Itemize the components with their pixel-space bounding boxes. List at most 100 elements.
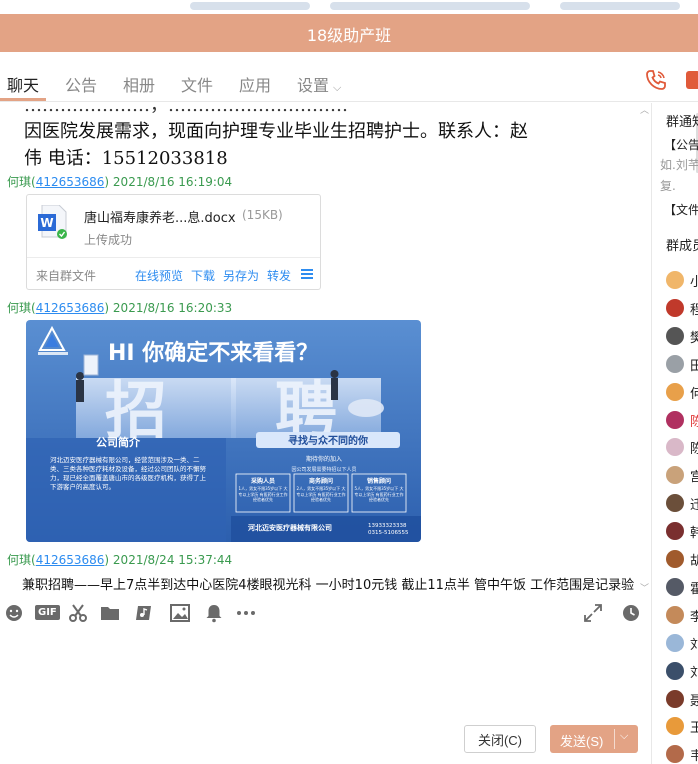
avatar[interactable] (666, 410, 684, 429)
position-title: 商务顾问 (309, 477, 333, 485)
member-name[interactable]: 宫 (690, 466, 698, 485)
member-name[interactable]: 陈 (690, 411, 698, 430)
message-text-line: 伟 电话：15512033818 (24, 148, 228, 169)
member-name[interactable]: 刘 (690, 634, 698, 653)
tab-announcement[interactable]: 公告 (65, 72, 97, 96)
avatar[interactable] (666, 717, 684, 736)
sender-name[interactable]: 何琪 (7, 553, 31, 567)
tab-apps[interactable]: 应用 (239, 72, 271, 96)
file-name[interactable]: 唐山福寿康养老...息.docx (84, 207, 236, 226)
position-title: 销售顾问 (367, 477, 391, 485)
chat-message-list[interactable]: …………………，………………………… 因医院发展需求，现面向护理专业毕业生招聘护… (0, 103, 651, 593)
bell-icon[interactable] (203, 602, 225, 624)
member-name[interactable]: 胡 (690, 550, 698, 569)
member-name[interactable]: 何 (690, 383, 698, 402)
message-text-partial: …………………，………………………… (24, 103, 348, 116)
avatar[interactable] (666, 466, 684, 485)
message-meta: 何琪(412653686) 2021/8/16 16:19:04 (7, 175, 233, 189)
banner-slogan: 寻找与众不同的你 (288, 434, 368, 447)
avatar[interactable] (666, 494, 684, 513)
group-notice-preview: 复. (660, 179, 676, 193)
history-clock-icon[interactable] (620, 602, 642, 624)
send-button-divider (614, 729, 615, 749)
member-name[interactable]: 小 (690, 271, 698, 290)
emoji-icon[interactable] (3, 602, 25, 624)
member-name[interactable]: 刘 (690, 662, 698, 681)
avatar[interactable] (666, 550, 684, 568)
recruitment-banner-image[interactable]: 招 聘 HI 你确定不来看看？ 公司简介 河北迈安医疗器械有限公司，经营范围涉及… (26, 320, 421, 542)
svg-text:W: W (40, 216, 53, 230)
position-desc: 1人，男女不限35岁以下 大专以上学历 有医药行业工作经验者优先 (238, 486, 288, 502)
chevron-down-icon[interactable]: ⌵ (620, 730, 628, 743)
member-name[interactable]: 迁 (690, 494, 698, 513)
blurred-top-strip (330, 2, 530, 10)
avatar[interactable] (666, 689, 684, 708)
more-icon[interactable] (235, 602, 257, 624)
avatar[interactable] (666, 745, 684, 764)
member-name[interactable]: 陈 (690, 438, 698, 457)
member-name[interactable]: 聂 (690, 690, 698, 709)
member-name[interactable]: 李 (690, 606, 698, 625)
gif-button[interactable]: GIF (35, 605, 60, 620)
avatar[interactable] (666, 577, 684, 596)
message-time: 2021/8/16 16:19:04 (112, 175, 233, 189)
tab-files[interactable]: 文件 (181, 72, 213, 96)
sender-name[interactable]: 何琪 (7, 301, 31, 315)
member-name[interactable]: 霍 (690, 578, 698, 597)
tab-album[interactable]: 相册 (123, 72, 155, 96)
member-name[interactable]: 王 (690, 717, 698, 736)
member-name[interactable]: 樊 (690, 327, 698, 346)
phone-call-icon[interactable] (644, 68, 668, 92)
tab-bar: 聊天 公告 相册 文件 应用 设置 ⌵ (0, 60, 698, 102)
avatar[interactable] (666, 605, 684, 624)
group-file-item[interactable]: 【文件】 (664, 201, 698, 218)
sender-qq-link[interactable]: 412653686 (36, 175, 105, 189)
message-time: 2021/8/16 16:20:33 (112, 301, 233, 315)
avatar[interactable] (666, 633, 684, 652)
banner-company-desc: 河北迈安医疗器械有限公司，经营范围涉及一类、二类、三类各种医疗耗材及设备，经过公… (50, 456, 206, 491)
preview-online-link[interactable]: 在线预览 (135, 267, 183, 284)
message-meta: 何琪(412653686) 2021/8/16 16:20:33 (7, 301, 233, 315)
menu-icon[interactable] (301, 269, 313, 279)
avatar[interactable] (666, 354, 684, 373)
close-button[interactable]: 关闭(C) (464, 725, 536, 753)
member-name[interactable]: 韦 (690, 745, 698, 764)
title-band: 18级助产班 (0, 14, 698, 52)
avatar[interactable] (666, 326, 684, 345)
send-button-label: 发送(S) (560, 734, 604, 749)
send-button[interactable]: 发送(S) ⌵ (550, 725, 638, 753)
avatar[interactable] (666, 271, 684, 289)
download-link[interactable]: 下载 (191, 267, 215, 284)
avatar[interactable] (666, 382, 684, 401)
avatar[interactable] (666, 661, 684, 680)
message-text: 兼职招聘——早上7点半到达中心医院4楼眼视光科 一小时10元钱 截止11点半 管… (22, 578, 635, 593)
sender-qq-link[interactable]: 412653686 (36, 301, 105, 315)
forward-link[interactable]: 转发 (267, 267, 291, 284)
message-input[interactable] (0, 634, 651, 724)
scroll-down-icon[interactable]: ﹀ (640, 581, 649, 593)
sender-name[interactable]: 何琪 (7, 175, 31, 189)
tab-chat[interactable]: 聊天 (7, 72, 39, 96)
sender-qq-link[interactable]: 412653686 (36, 553, 105, 567)
file-card[interactable]: W 唐山福寿康养老...息.docx (15KB) 上传成功 来自群文件 在线预… (26, 194, 321, 290)
scroll-up-icon[interactable]: ︿ (640, 103, 649, 116)
banner-company-name: 河北迈安医疗器械有限公司 (248, 523, 332, 532)
avatar[interactable] (666, 298, 684, 317)
expand-icon[interactable] (582, 602, 604, 624)
group-notice-title[interactable]: 群通知 (666, 111, 698, 130)
member-name[interactable]: 程 (690, 299, 698, 318)
scissors-icon[interactable] (67, 602, 89, 624)
member-name[interactable]: 韩 (690, 522, 698, 541)
image-icon[interactable] (169, 602, 191, 624)
avatar[interactable] (666, 438, 684, 457)
group-members-title: 群成员 (666, 239, 698, 254)
avatar[interactable] (666, 522, 684, 541)
group-notice-item[interactable]: 【公告】 (664, 136, 698, 153)
position-title: 采购人员 (251, 477, 275, 485)
folder-icon[interactable] (99, 602, 121, 624)
music-icon[interactable] (133, 602, 155, 624)
tab-settings[interactable]: 设置 ⌵ (297, 72, 341, 96)
member-name[interactable]: 田 (690, 355, 698, 374)
save-as-link[interactable]: 另存为 (223, 267, 259, 284)
video-call-icon[interactable] (686, 71, 698, 89)
